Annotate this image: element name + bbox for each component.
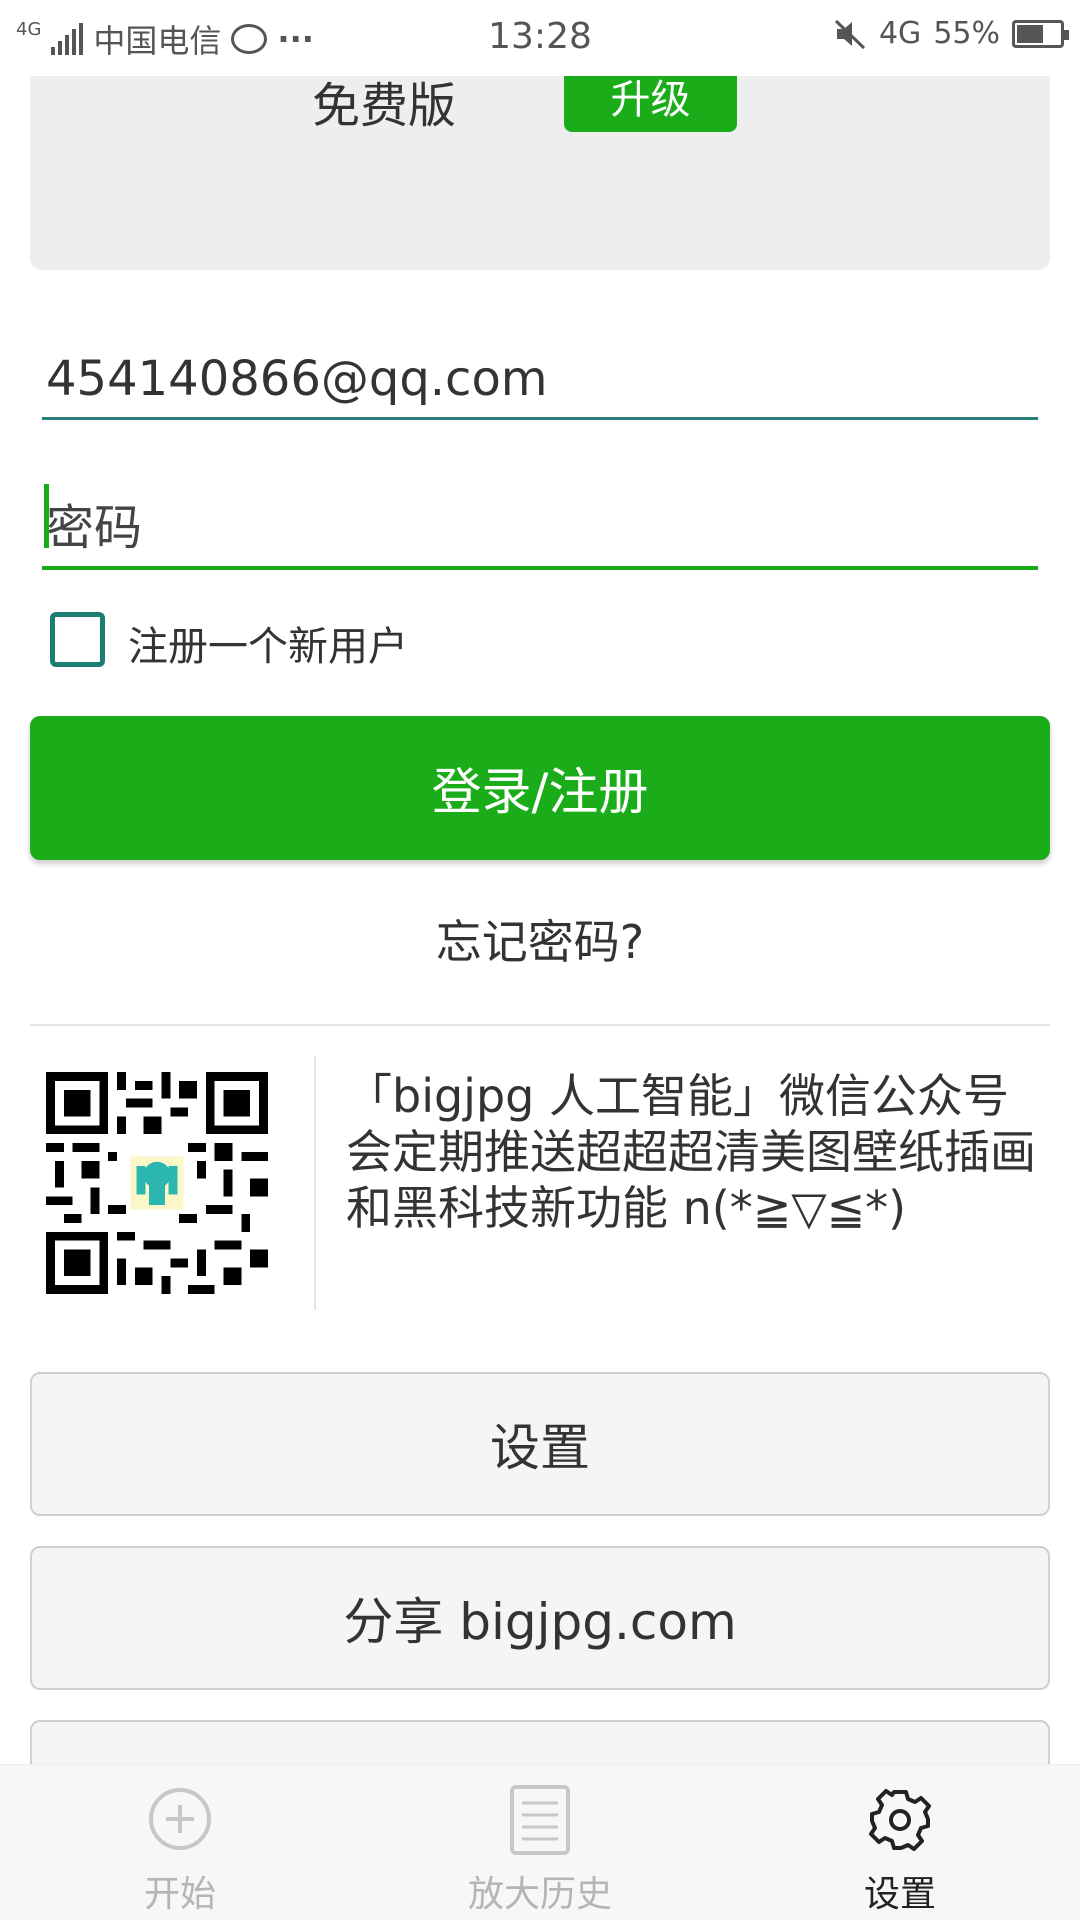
- plus-circle-icon: [149, 1788, 211, 1850]
- nav-label-start: 开始: [143, 1874, 216, 1915]
- settings-button[interactable]: 设置: [30, 1372, 1050, 1516]
- email-field[interactable]: 454140866@qq.com: [42, 340, 1038, 420]
- battery-percent: 55%: [933, 16, 1000, 51]
- network-type-right: 4G: [878, 16, 922, 51]
- password-placeholder: 密码: [46, 500, 143, 556]
- login-register-button[interactable]: 登录/注册: [30, 716, 1050, 860]
- email-value: 454140866@qq.com: [46, 350, 548, 407]
- status-right: 4G 55%: [833, 16, 1069, 51]
- nav-label-settings: 设置: [863, 1874, 936, 1915]
- divider: [30, 1024, 1050, 1026]
- battery-icon: [1012, 19, 1069, 48]
- forgot-password-link[interactable]: 忘记密码?: [0, 906, 1080, 972]
- list-document-icon: [510, 1785, 570, 1855]
- register-checkbox-label[interactable]: 注册一个新用户: [128, 614, 408, 672]
- status-bar: 4G 中国电信 ··· 13:28 4G 55%: [0, 0, 1080, 76]
- share-button[interactable]: 分享 bigjpg.com: [30, 1546, 1050, 1690]
- plan-card: [30, 60, 1050, 270]
- nav-tab-history[interactable]: 放大历史: [360, 1765, 720, 1921]
- wechat-promo-text: 「bigjpg 人工智能」微信公众号会定期推送超超超清美图壁纸插画和黑科技新功能…: [346, 1069, 1036, 1235]
- nav-label-history: 放大历史: [467, 1874, 612, 1915]
- gear-icon: [869, 1789, 931, 1851]
- nav-tab-start[interactable]: 开始: [0, 1765, 360, 1921]
- register-checkbox[interactable]: [50, 612, 105, 667]
- plan-label: 免费版: [312, 78, 457, 134]
- nav-tab-settings[interactable]: 设置: [720, 1765, 1080, 1921]
- text-cursor: [44, 484, 49, 548]
- password-field[interactable]: 密码: [42, 480, 1038, 570]
- bottom-navigation: 开始 放大历史 设置: [0, 1764, 1080, 1920]
- wechat-qr-code: [46, 1072, 268, 1294]
- qr-divider: [314, 1056, 316, 1310]
- mute-icon: [834, 19, 866, 49]
